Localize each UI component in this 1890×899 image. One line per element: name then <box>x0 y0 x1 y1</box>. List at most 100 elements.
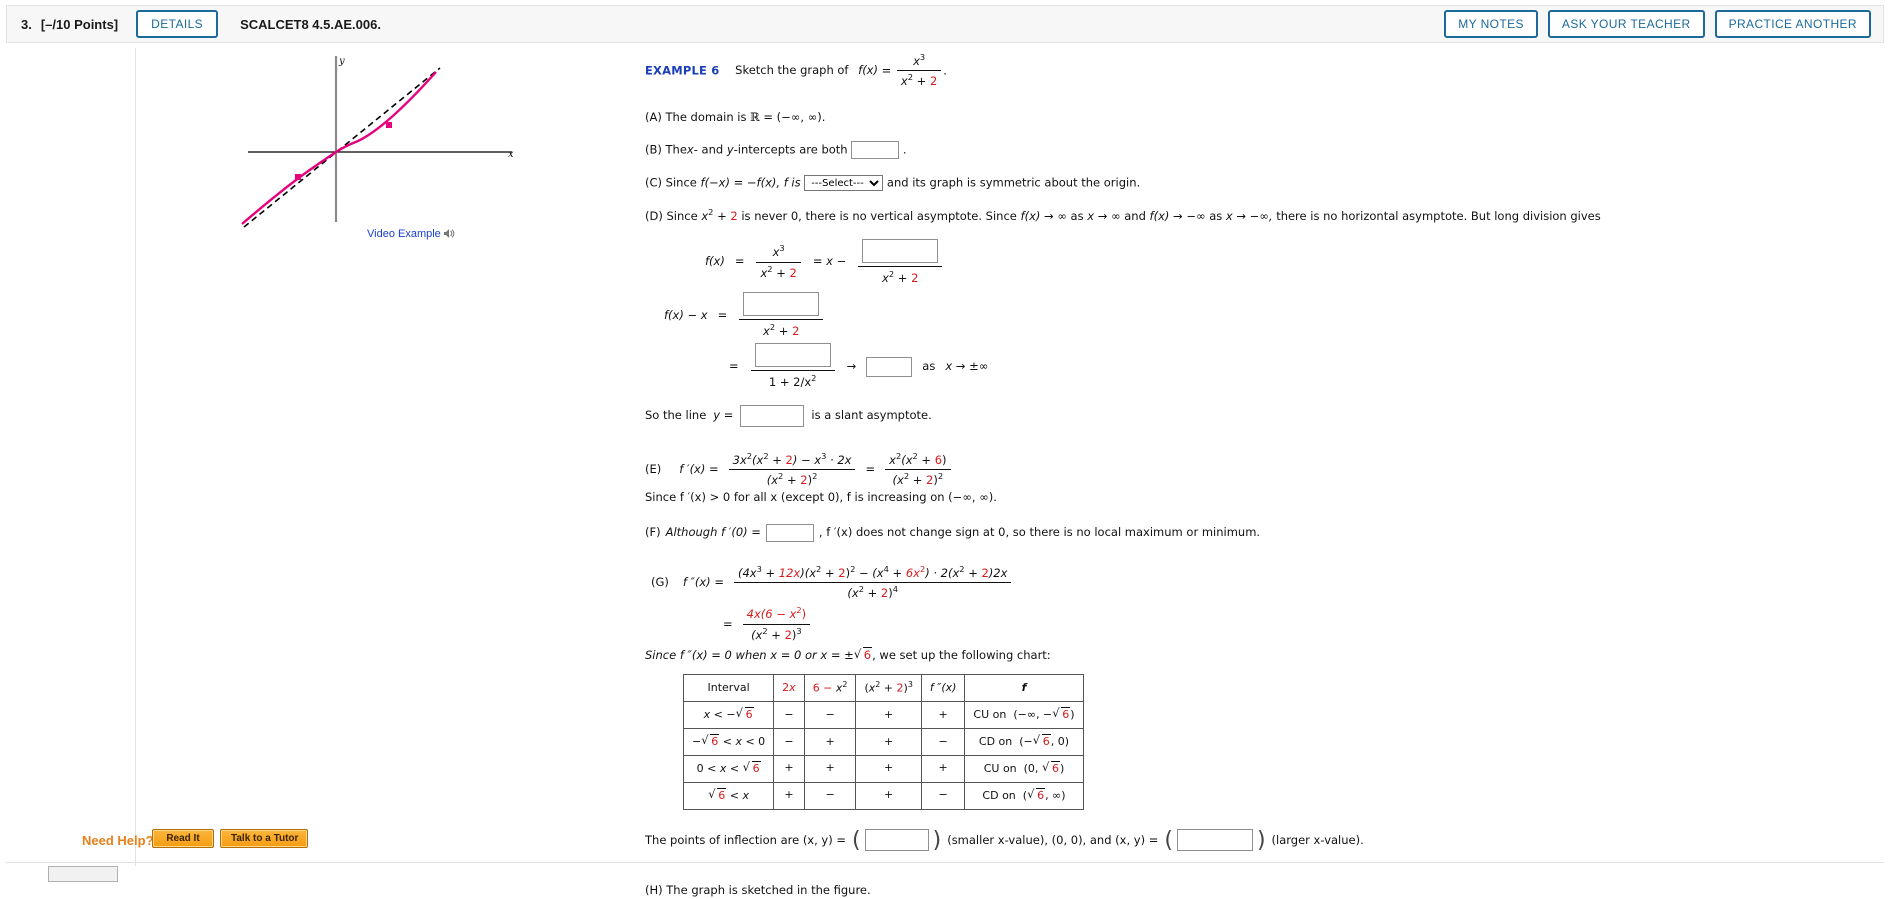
question-number: 3. <box>21 16 32 32</box>
left-rail-divider <box>6 48 136 866</box>
video-example-link[interactable]: Video Example <box>367 228 455 242</box>
paren-open-2: ( <box>1164 827 1173 853</box>
submit-answer-button[interactable] <box>48 866 118 882</box>
cell-f: CD on (6, ∞) <box>964 781 1084 810</box>
details-button[interactable]: DETAILS <box>136 10 219 38</box>
part-d-as-2: as <box>1209 209 1223 224</box>
limit-expression-numerator-input[interactable] <box>754 343 831 368</box>
slant-asymptote-input[interactable] <box>740 404 805 427</box>
long-division-line-2: f(x) − x = x2 + 2 <box>664 291 1845 339</box>
ld2-eq: = <box>717 307 728 322</box>
cell-interval: 6 < x <box>682 781 775 810</box>
paren-open-1: ( <box>852 827 861 853</box>
cell-2x: − <box>773 728 805 756</box>
question-points: [–/10 Points] <box>40 16 119 32</box>
th-2x: 2x <box>773 673 805 703</box>
cell-6x2: − <box>803 701 857 730</box>
cell-interval: −6 < x < 0 <box>682 728 775 756</box>
x-axis-label: x <box>508 149 514 160</box>
talk-to-a-tutor-button[interactable]: Talk to a Tutor <box>220 829 308 848</box>
cell-6x2: + <box>803 728 857 756</box>
inflection-row: The points of inflection are (x, y) = ( … <box>645 826 1845 856</box>
symmetry-select[interactable]: ---Select--- <box>804 175 884 192</box>
part-g-since-row: Since f ″(x) = 0 when x = 0 or x = ±6, w… <box>645 646 1845 664</box>
part-g-since-post: , we set up the following chart: <box>872 648 1051 663</box>
th-f: f <box>964 673 1084 703</box>
part-d-row: (D) Since x2 + 2 is never 0, there is no… <box>645 207 1845 224</box>
ld1-mid: = x − <box>812 254 847 269</box>
part-f-text-2: , f ′(x) does not change sign at 0, so t… <box>818 525 1261 540</box>
table-row: x < −6 − − + + CU on (−∞, −6) <box>682 701 1084 730</box>
part-b-dash: - and <box>693 142 724 157</box>
example-heading-row: EXAMPLE 6 Sketch the graph of f(x) = x3 … <box>645 52 1845 90</box>
sqrt-six-inline: 6 <box>854 646 873 664</box>
limit-value-input[interactable] <box>866 356 913 377</box>
part-h-tag: (H) <box>645 883 663 898</box>
inflection-larger-input[interactable] <box>1176 829 1253 852</box>
fprime-zero-input[interactable] <box>765 523 814 542</box>
intercepts-input[interactable] <box>851 141 900 160</box>
ld2-lhs: f(x) − x <box>664 307 708 322</box>
ld3-as: as <box>922 359 936 374</box>
cell-fpp: + <box>920 754 966 783</box>
part-d-text-3: there is no horizontal asymptote. But lo… <box>1276 209 1601 224</box>
real-numbers-symbol: ℝ <box>750 109 760 124</box>
part-d-text-2: is never 0, there is no vertical asympto… <box>741 209 1017 224</box>
header-actions: MY NOTES ASK YOUR TEACHER PRACTICE ANOTH… <box>1444 10 1871 38</box>
example-period: . <box>943 63 947 78</box>
inflection-text-1: The points of inflection are (x, y) = <box>645 832 847 847</box>
long-division-numerator-input[interactable] <box>862 238 939 263</box>
th-interval: Interval <box>682 673 775 703</box>
part-a-row: (A) The domain is ℝ = (−∞, ∞). <box>645 110 1845 126</box>
table-header-row: Interval 2x 6 − x2 (x2 + 2)3 f ″(x) f <box>682 673 1084 703</box>
part-e-row: (E) f ′(x) = 3x2(x2 + 2) − x3 · 2x (x2 +… <box>645 451 1845 489</box>
cell-interval: 0 < x < 6 <box>682 754 775 783</box>
ld2-fraction: x2 + 2 <box>739 291 824 339</box>
part-g-fraction-1: (4x3 + 12x)(x2 + 2)2 − (x4 + 6x2) · 2(x2… <box>733 564 1012 602</box>
ld1-fraction: x3 x2 + 2 <box>756 243 801 281</box>
part-h-text: The graph is sketched in the figure. <box>666 883 871 898</box>
part-b-tag: (B) <box>645 142 662 157</box>
part-c-f-is: f is <box>783 175 801 190</box>
inflection-larger-note: (larger x-value). <box>1271 832 1364 847</box>
part-f-tag: (F) <box>645 525 661 540</box>
ask-your-teacher-button[interactable]: ASK YOUR TEACHER <box>1547 10 1705 38</box>
part-d-tag: (D) <box>645 209 663 224</box>
practice-another-button[interactable]: PRACTICE ANOTHER <box>1714 10 1871 38</box>
part-g-tag: (G) <box>651 574 669 589</box>
cell-den: + <box>855 754 922 783</box>
example-numerator: x3 <box>896 52 942 72</box>
part-d-text-1: Since <box>666 209 698 224</box>
example-eq: = <box>881 63 892 78</box>
function-curve <box>241 71 437 225</box>
slant-text-1: So the line <box>645 407 707 422</box>
example-label: EXAMPLE 6 <box>645 63 720 78</box>
part-a-text: The domain is <box>665 109 747 124</box>
part-d-lim-1: f(x) → ∞ <box>1020 209 1067 224</box>
part-a-tag: (A) <box>645 109 662 124</box>
part-a-interval: (−∞, ∞). <box>776 109 826 124</box>
paren-close-2: ) <box>1256 827 1266 853</box>
th-den: (x2 + 2)3 <box>855 673 922 703</box>
part-e-fraction-2: x2(x2 + 6) (x2 + 2)2 <box>885 451 951 489</box>
th-fpp: f ″(x) <box>920 673 966 703</box>
ld1-lhs: f(x) <box>705 254 725 269</box>
part-b-x: x <box>686 142 694 157</box>
inflection-smaller-input[interactable] <box>864 829 929 852</box>
video-example-label: Video Example <box>367 228 441 240</box>
part-b-y: y <box>726 142 734 157</box>
cell-fpp: − <box>920 728 966 756</box>
fx-minus-x-numerator-input[interactable] <box>743 291 820 316</box>
read-it-button[interactable]: Read It <box>152 829 214 848</box>
cell-2x: + <box>773 754 805 783</box>
part-e-eq2: = <box>865 461 876 476</box>
question-code: SCALCET8 4.5.AE.006. <box>240 16 381 32</box>
speaker-icon <box>443 228 455 242</box>
ld1-answer-fraction: x2 + 2 <box>858 238 943 286</box>
long-division-line-3: = 1 + 2/x2 → as x → ±∞ <box>729 343 1845 390</box>
slant-y: y = <box>713 407 734 422</box>
need-help-label: Need Help? <box>82 833 154 848</box>
part-a-eq: = <box>763 109 773 124</box>
part-e-fprime: f ′(x) = <box>679 461 719 476</box>
my-notes-button[interactable]: MY NOTES <box>1444 10 1538 38</box>
